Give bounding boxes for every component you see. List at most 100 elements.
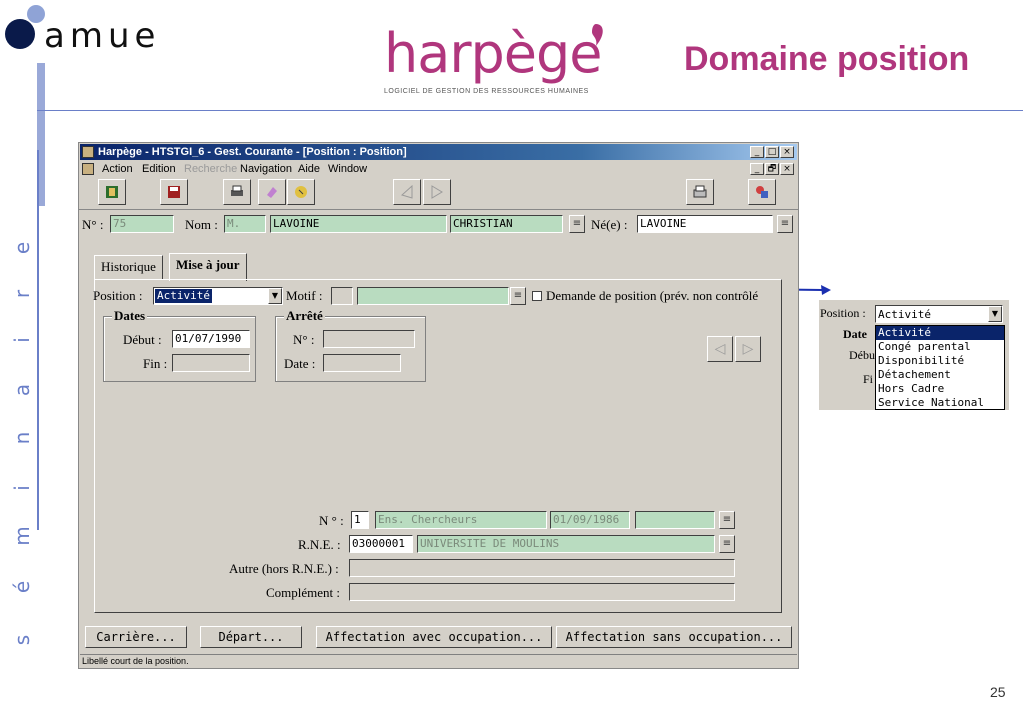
- printer-icon: [693, 185, 707, 198]
- app-window: Harpège - HTSTGI_6 - Gest. Courante - [P…: [78, 142, 799, 669]
- tab-historique[interactable]: Historique: [94, 255, 163, 279]
- affectation-sans-occupation-button[interactable]: Affectation sans occupation...: [556, 626, 792, 648]
- side-letter: i: [10, 485, 34, 491]
- document-icon: [82, 163, 94, 175]
- complement-field[interactable]: [349, 583, 735, 601]
- inset-fin-label: Fi: [863, 372, 874, 386]
- toolbar: [80, 177, 797, 207]
- fin-date-field[interactable]: [172, 354, 250, 372]
- num-label: N° :: [82, 217, 104, 232]
- rne-name-field[interactable]: UNIVERSITE DE MOULINS: [417, 535, 715, 553]
- motif-list-button[interactable]: ≡: [510, 287, 526, 305]
- option-conge-parental[interactable]: Congé parental: [876, 340, 1004, 354]
- toolbar-separator: [79, 209, 798, 210]
- erase-button[interactable]: [258, 179, 286, 205]
- seminaire-vertical-word: s é m i n a i r e: [6, 230, 38, 650]
- affectation-type-field[interactable]: Ens. Chercheurs: [375, 511, 547, 529]
- page-number: 25: [990, 684, 1006, 700]
- window-titlebar[interactable]: Harpège - HTSTGI_6 - Gest. Courante - [P…: [80, 144, 797, 160]
- eraser-icon: [267, 187, 277, 198]
- option-disponibilite[interactable]: Disponibilité: [876, 354, 1004, 368]
- arrete-group: Arrêté: [275, 308, 426, 382]
- inset-position-label: Position :: [820, 306, 866, 320]
- list-button[interactable]: ≡: [777, 215, 793, 233]
- doc-restore-button[interactable]: 🗗: [765, 163, 779, 175]
- autre-label: Autre (hors R.N.E.) :: [229, 561, 339, 576]
- chevron-down-icon: ▼: [988, 306, 1002, 322]
- harpege-logo: harpège LOGICIEL DE GESTION DES RESSOURC…: [378, 22, 618, 106]
- position-dropdown-zoom: Position : Activité ▼ Date Débu Fi Activ…: [819, 300, 1009, 410]
- civility-field[interactable]: M.: [224, 215, 266, 233]
- prev-record-button[interactable]: [393, 179, 421, 205]
- affectation-list-button[interactable]: ≡: [719, 511, 735, 529]
- fin-label: Fin :: [143, 356, 168, 371]
- tab-mise-a-jour[interactable]: Mise à jour: [169, 253, 247, 281]
- nom-label: Nom :: [185, 217, 218, 232]
- motif-label-field[interactable]: [357, 287, 509, 305]
- minimize-button[interactable]: _: [750, 146, 764, 158]
- chevron-down-icon: ▼: [268, 288, 282, 304]
- side-letter: m: [10, 526, 34, 546]
- doc-minimize-button[interactable]: _: [750, 163, 764, 175]
- affectation-end-field[interactable]: [635, 511, 715, 529]
- tools-button[interactable]: [748, 179, 776, 205]
- option-detachement[interactable]: Détachement: [876, 368, 1004, 382]
- doc-close-button[interactable]: ×: [780, 163, 794, 175]
- affectation-avec-occupation-button[interactable]: Affectation avec occupation...: [316, 626, 552, 648]
- printer-button[interactable]: [686, 179, 714, 205]
- motif-code-field[interactable]: [331, 287, 353, 305]
- autre-field[interactable]: [349, 559, 735, 577]
- next-position-button[interactable]: ▷: [735, 336, 761, 362]
- list-button[interactable]: ≡: [569, 215, 585, 233]
- arrete-title: Arrêté: [284, 308, 325, 324]
- affectation-number-field[interactable]: 1: [351, 511, 369, 529]
- print-preview-button[interactable]: [223, 179, 251, 205]
- save-icon: [168, 186, 180, 198]
- inset-position-select[interactable]: Activité ▼: [875, 305, 1003, 323]
- next-record-icon: [431, 185, 443, 199]
- affectation-date-field[interactable]: 01/09/1986: [550, 511, 630, 529]
- carriere-button[interactable]: Carrière...: [85, 626, 187, 648]
- arrete-date-field[interactable]: [323, 354, 401, 372]
- next-record-button[interactable]: [423, 179, 451, 205]
- menu-action[interactable]: Action: [102, 161, 133, 177]
- arrete-number-field[interactable]: [323, 330, 415, 348]
- first-name-field[interactable]: CHRISTIAN: [450, 215, 563, 233]
- help-button[interactable]: [287, 179, 315, 205]
- arrete-date-label: Date :: [284, 356, 316, 371]
- menu-edition[interactable]: Edition: [142, 161, 176, 177]
- menu-navigation[interactable]: Navigation: [240, 161, 292, 177]
- rne-list-button[interactable]: ≡: [719, 535, 735, 553]
- position-selected-value: Activité: [155, 289, 212, 303]
- depart-button[interactable]: Départ...: [200, 626, 302, 648]
- side-letter: a: [10, 383, 34, 397]
- amue-logo-text: amue: [44, 16, 161, 56]
- harpege-logo-subtitle: LOGICIEL DE GESTION DES RESSOURCES HUMAI…: [384, 88, 589, 95]
- maximize-button[interactable]: □: [765, 146, 779, 158]
- agent-number-field[interactable]: 75: [110, 215, 174, 233]
- position-select[interactable]: Activité ▼: [153, 287, 283, 305]
- prev-position-button[interactable]: ◁: [707, 336, 733, 362]
- side-letter: e: [10, 241, 34, 255]
- exit-button[interactable]: [98, 179, 126, 205]
- inset-debut-label: Débu: [849, 348, 875, 362]
- side-letter: i: [10, 337, 34, 343]
- side-letter: n: [10, 431, 34, 445]
- exit-icon: [106, 186, 118, 198]
- birth-name-field[interactable]: LAVOINE: [637, 215, 773, 233]
- save-button[interactable]: [160, 179, 188, 205]
- menu-recherche[interactable]: Recherche: [184, 161, 237, 177]
- menu-window[interactable]: Window: [328, 161, 367, 177]
- rne-code-field[interactable]: 03000001: [349, 535, 413, 553]
- debut-date-field[interactable]: 01/07/1990: [172, 330, 250, 348]
- app-icon: [82, 146, 94, 158]
- option-activite[interactable]: Activité: [876, 326, 1004, 340]
- slide-title: Domaine position: [684, 40, 970, 78]
- menu-aide[interactable]: Aide: [298, 161, 320, 177]
- dates-group: Dates: [103, 308, 256, 382]
- close-button[interactable]: ×: [780, 146, 794, 158]
- demande-checkbox[interactable]: [532, 291, 542, 301]
- option-service-national[interactable]: Service National: [876, 396, 1004, 410]
- option-hors-cadre[interactable]: Hors Cadre: [876, 382, 1004, 396]
- last-name-field[interactable]: LAVOINE: [270, 215, 447, 233]
